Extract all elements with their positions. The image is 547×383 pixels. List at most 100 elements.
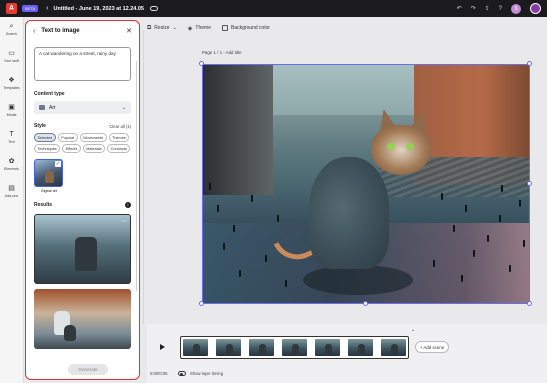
- prompt-input[interactable]: A cat wandering on a street, rainy day: [34, 47, 131, 81]
- scene-thumbnail[interactable]: [183, 339, 208, 356]
- rail-item-media[interactable]: ▣ Media: [0, 103, 23, 125]
- chip-concepts[interactable]: Concepts: [107, 144, 131, 153]
- thumbnail-cat: [45, 171, 54, 183]
- generate-button[interactable]: Generate: [68, 364, 108, 375]
- raindrop: [217, 205, 219, 212]
- resize-button[interactable]: ⧉ Resize ⌄: [147, 25, 177, 32]
- raindrop: [285, 280, 287, 287]
- panel-scrollbar[interactable]: [135, 61, 137, 291]
- rail-item-search[interactable]: ⌕ Search: [0, 22, 23, 44]
- canvas-image[interactable]: [202, 64, 530, 304]
- document-title[interactable]: Untitled - June 19, 2023 at 12.24.05: [54, 6, 145, 12]
- resize-handle-top-right[interactable]: [527, 61, 532, 66]
- play-icon[interactable]: [160, 344, 165, 350]
- info-icon[interactable]: i: [125, 202, 131, 208]
- chip-themes[interactable]: Themes: [108, 133, 130, 142]
- beta-badge: BETA: [22, 5, 39, 12]
- scene-thumbnail[interactable]: [348, 339, 373, 356]
- show-layer-timing-label: Show layer timing: [190, 371, 224, 376]
- collapse-timeline-icon[interactable]: ⌄: [411, 327, 415, 333]
- cat-eye-right: [406, 143, 414, 150]
- rail-item-text[interactable]: T Text: [0, 130, 23, 152]
- canvas-toolbar: ⧉ Resize ⌄ ◈ Theme Background color: [147, 20, 547, 36]
- background-color-button[interactable]: Background color: [221, 25, 270, 31]
- raindrop: [433, 260, 435, 267]
- theme-button[interactable]: ◈ Theme: [188, 25, 211, 32]
- raindrop: [487, 235, 489, 242]
- chip-materials[interactable]: Materials: [82, 144, 106, 153]
- scene-thumbnail[interactable]: [249, 339, 274, 356]
- rail-item-templates[interactable]: ❖ Templates: [0, 76, 23, 98]
- raindrop: [265, 255, 267, 262]
- raindrop: [251, 195, 253, 202]
- chevron-down-icon: ⌄: [121, 104, 126, 111]
- rail-item-elements[interactable]: ✿ Elements: [0, 157, 23, 179]
- raindrop: [501, 185, 503, 192]
- style-label: Style: [34, 123, 46, 129]
- raindrop: [465, 205, 467, 212]
- share-icon[interactable]: ⇪: [485, 5, 490, 12]
- resize-handle-right[interactable]: [527, 181, 532, 186]
- scene-cat: [292, 344, 299, 354]
- raindrop: [523, 240, 525, 247]
- scene-thumbnail[interactable]: [216, 339, 241, 356]
- scene-thumbnail[interactable]: [381, 339, 406, 356]
- chip-movements[interactable]: Movements: [79, 133, 107, 142]
- redo-icon[interactable]: ↷: [471, 5, 476, 12]
- style-option-label: Digital art: [40, 189, 58, 193]
- chip-selected[interactable]: Selected: [34, 133, 56, 142]
- resize-handle-bottom[interactable]: [363, 301, 368, 306]
- rail-label: Search: [5, 32, 18, 36]
- resize-label: Resize: [154, 25, 170, 31]
- top-bar: A BETA ‹ Untitled - June 19, 2023 at 12.…: [0, 0, 547, 17]
- more-options-icon[interactable]: ⋯: [121, 218, 127, 225]
- raindrop: [519, 200, 521, 207]
- result-image-2[interactable]: [34, 289, 131, 349]
- add-ons-icon: ▤: [8, 185, 15, 192]
- show-layer-timing-toggle[interactable]: [178, 371, 186, 376]
- clear-all-link[interactable]: Clear all (1): [109, 124, 131, 129]
- adobe-express-logo[interactable]: A: [6, 3, 17, 14]
- chip-effects[interactable]: Effects: [62, 144, 81, 153]
- help-icon[interactable]: ?: [499, 6, 502, 12]
- resize-icon: ⧉: [147, 24, 152, 31]
- rail-item-your-stuff[interactable]: ▭ Your stuff: [0, 49, 23, 71]
- scene-thumbnail[interactable]: [282, 339, 307, 356]
- back-icon[interactable]: ‹: [46, 5, 48, 12]
- close-icon[interactable]: ✕: [126, 27, 132, 35]
- scene-cat: [325, 344, 332, 354]
- undo-icon[interactable]: ↶: [457, 5, 462, 12]
- panel-back-icon[interactable]: ‹: [33, 28, 35, 35]
- profile-avatar[interactable]: [530, 3, 541, 14]
- panel-title: Text to image: [41, 28, 80, 34]
- rail-label: Text: [8, 140, 15, 144]
- raindrop: [233, 225, 235, 232]
- style-option-digital-art[interactable]: ✓ Digital art: [34, 159, 64, 193]
- chevron-down-icon: ⌄: [172, 25, 177, 31]
- raindrop: [453, 225, 455, 232]
- raindrop: [277, 215, 279, 222]
- scene-strip[interactable]: [180, 336, 409, 359]
- sky: [273, 65, 416, 115]
- rail-label: Add-ons: [4, 194, 19, 198]
- rail-item-add-ons[interactable]: ▤ Add-ons: [0, 184, 23, 206]
- account-avatar[interactable]: S: [511, 3, 521, 14]
- chip-popular[interactable]: Popular: [57, 133, 78, 142]
- results-label: Results: [34, 202, 53, 208]
- page-label[interactable]: Page 1 / 1 - Add title: [202, 50, 242, 55]
- cat-head: [371, 125, 431, 175]
- checkmark-icon: ✓: [55, 161, 61, 167]
- raindrop: [461, 275, 463, 282]
- resize-handle-top-left[interactable]: [199, 61, 204, 66]
- content-type-label: Content type: [34, 91, 65, 97]
- chip-techniques[interactable]: Techniques: [34, 144, 61, 153]
- result-image-1[interactable]: ⋯: [34, 214, 131, 284]
- resize-handle-bottom-right[interactable]: [527, 301, 532, 306]
- content-type-select[interactable]: Art ⌄: [34, 101, 131, 114]
- search-icon: ⌕: [9, 23, 14, 30]
- cat-eye-left: [387, 143, 395, 150]
- scene-thumbnail[interactable]: [315, 339, 340, 356]
- add-scene-button[interactable]: + Add scene: [415, 341, 449, 353]
- resize-handle-bottom-left[interactable]: [199, 301, 204, 306]
- cloud-icon: [150, 6, 158, 11]
